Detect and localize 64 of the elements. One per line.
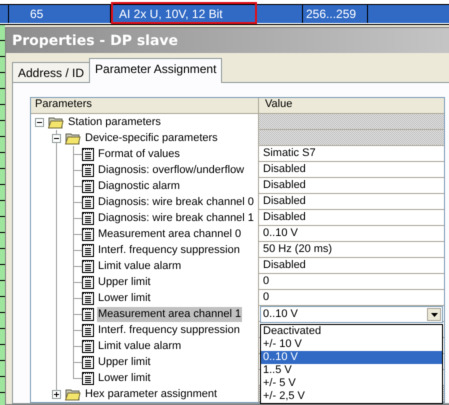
- document-icon: [82, 340, 94, 352]
- tree-item[interactable]: Diagnosis: overflow/underflow: [97, 162, 246, 178]
- tree-item[interactable]: Diagnostic alarm: [97, 178, 181, 194]
- tree-item[interactable]: Diagnosis: wire break channel 0: [97, 194, 255, 210]
- document-icon: [82, 292, 94, 304]
- value-cell[interactable]: Simatic S7: [259, 146, 444, 161]
- folder-icon: [65, 388, 81, 400]
- tree-item[interactable]: Upper limit: [97, 274, 152, 290]
- document-icon: [82, 148, 94, 160]
- tree-item[interactable]: Limit value alarm: [97, 338, 182, 354]
- dropdown-option[interactable]: +/- 5 V: [261, 377, 442, 390]
- value-cell[interactable]: 0: [259, 274, 444, 289]
- value-cell[interactable]: Disabled: [259, 194, 444, 209]
- value-cell[interactable]: Disabled: [259, 258, 444, 273]
- value-cell[interactable]: 0: [259, 290, 444, 305]
- value-cell[interactable]: 50 Hz (20 ms): [259, 242, 444, 257]
- dropdown-option[interactable]: +/- 2,5 V: [261, 390, 442, 403]
- document-icon: [82, 324, 94, 336]
- tree-item[interactable]: Interf. frequency suppression: [97, 322, 241, 338]
- expand-icon[interactable]: [52, 390, 61, 399]
- table-cell: 65: [30, 7, 44, 21]
- tree-item[interactable]: Hex parameter assignment: [84, 386, 218, 402]
- document-icon: [82, 308, 94, 320]
- column-header: Value: [264, 98, 294, 112]
- value-cell[interactable]: Disabled: [259, 210, 444, 225]
- tree-item[interactable]: Upper limit: [97, 354, 152, 370]
- document-icon: [82, 212, 94, 224]
- document-icon: [82, 228, 94, 240]
- tree-item[interactable]: Interf. frequency suppression: [97, 242, 241, 258]
- tab[interactable]: Parameter Assignment: [89, 58, 222, 83]
- document-icon: [82, 196, 94, 208]
- dropdown-option[interactable]: 1..5 V: [261, 364, 442, 377]
- window-title: Properties - DP slave: [6, 28, 449, 53]
- collapse-icon[interactable]: [35, 118, 44, 127]
- document-icon: [82, 356, 94, 368]
- dropdown-option[interactable]: +/- 10 V: [261, 338, 442, 351]
- value-cell[interactable]: Disabled: [259, 178, 444, 193]
- table-cell: 256...259: [306, 7, 356, 21]
- value-cell[interactable]: 0..10 V: [259, 226, 444, 241]
- dropdown-option[interactable]: Deactivated: [261, 325, 442, 338]
- value-dropdown[interactable]: 0..10 V: [260, 306, 443, 323]
- tab[interactable]: Address / ID: [12, 62, 90, 83]
- document-icon: [82, 276, 94, 288]
- folder-icon: [48, 116, 64, 128]
- dropdown-option[interactable]: 0..10 V: [261, 351, 442, 364]
- tree-item[interactable]: Diagnosis: wire break channel 1: [97, 210, 255, 226]
- tree-item[interactable]: Limit value alarm: [97, 258, 182, 274]
- document-icon: [82, 244, 94, 256]
- document-icon: [82, 372, 94, 384]
- tree-item[interactable]: Station parameters: [67, 114, 162, 130]
- tree-item[interactable]: Format of values: [97, 146, 181, 162]
- table-cell: AI 2x U, 10V, 12 Bit: [119, 7, 223, 21]
- folder-icon: [65, 132, 81, 144]
- document-icon: [82, 164, 94, 176]
- document-icon: [82, 180, 94, 192]
- tree-item[interactable]: Measurement area channel 0: [97, 226, 242, 242]
- tree-item[interactable]: Lower limit: [97, 290, 152, 306]
- collapse-icon[interactable]: [52, 134, 61, 143]
- column-header: Parameters: [31, 98, 259, 113]
- value-cell[interactable]: Disabled: [259, 162, 444, 177]
- tree-item[interactable]: Measurement area channel 1: [97, 306, 242, 322]
- tree-item[interactable]: Lower limit: [97, 370, 152, 386]
- document-icon: [82, 260, 94, 272]
- tree-item[interactable]: Device-specific parameters: [84, 130, 219, 146]
